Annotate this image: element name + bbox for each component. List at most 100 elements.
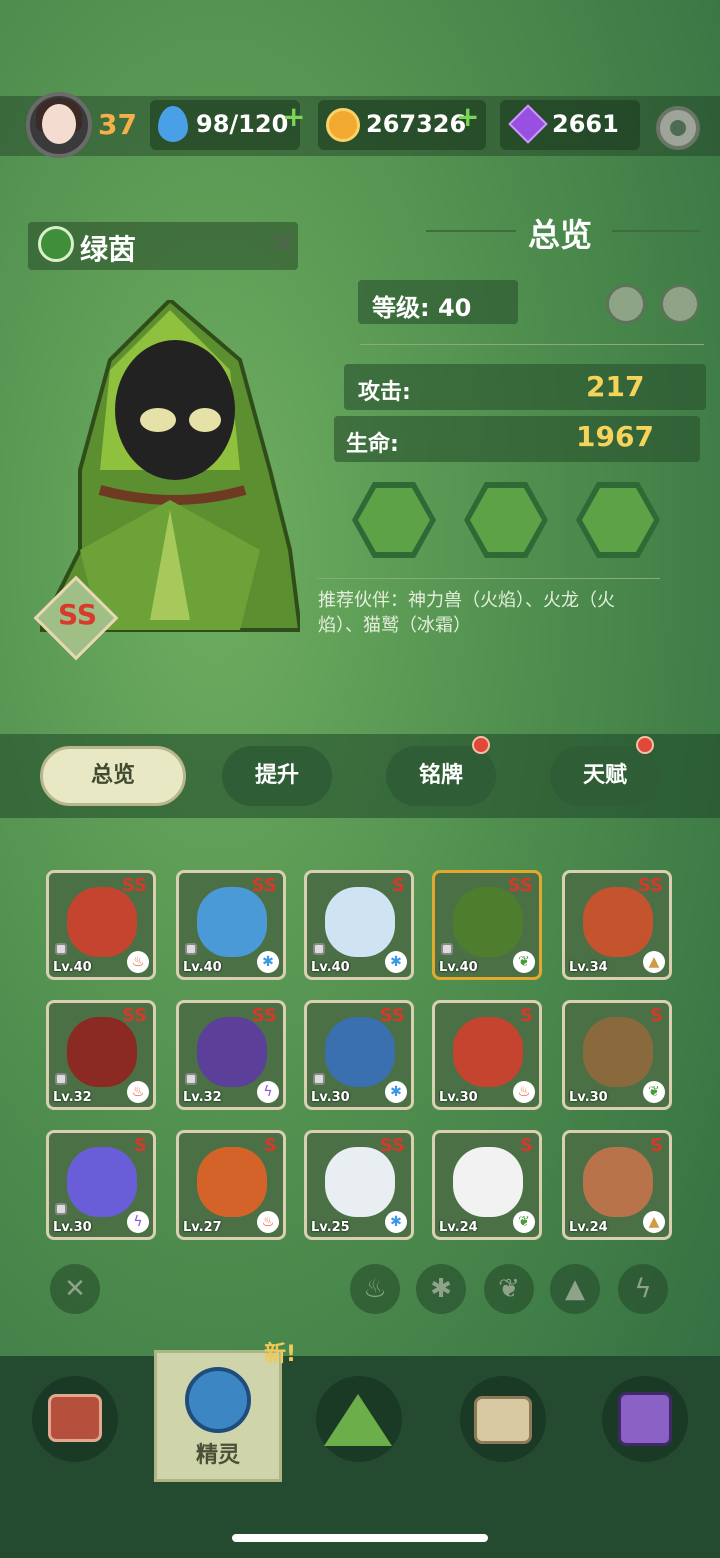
lock-icon [55, 943, 67, 955]
lock-icon [185, 943, 197, 955]
earth-element-icon: ▲ [643, 1211, 665, 1233]
nav-shop[interactable] [32, 1376, 118, 1462]
sprite-portrait [325, 887, 395, 957]
coin-value: 267326 [366, 110, 467, 138]
ice-element-icon: ✱ [385, 951, 407, 973]
hero-rank: SS [58, 598, 98, 631]
hero-name: 绿茵 [80, 233, 137, 266]
card-level: Lv.40 [53, 960, 92, 975]
nav-bag[interactable] [460, 1376, 546, 1462]
skill-grass-icon[interactable] [352, 482, 436, 558]
tab-upgrade[interactable]: 提升 [222, 746, 332, 806]
bolt-element-icon: ϟ [127, 1211, 149, 1233]
player-level: 37 [98, 108, 137, 141]
skill-swirl-icon[interactable] [576, 482, 660, 558]
level-label: 等级: 40 [372, 294, 472, 322]
add-energy-button[interactable]: + [282, 100, 305, 133]
bolt-filter-icon[interactable]: ϟ [618, 1264, 668, 1314]
title-ornament-right [612, 230, 700, 232]
fire-element-icon: ♨ [257, 1211, 279, 1233]
attack-label: 攻击: [358, 380, 411, 405]
sprite-portrait [67, 1147, 137, 1217]
lock-icon [55, 1203, 67, 1215]
fire-filter-icon[interactable]: ♨ [350, 1264, 400, 1314]
sprite-card[interactable]: SS Lv.32 ♨ [46, 1000, 156, 1110]
fire-element-icon: ♨ [513, 1081, 535, 1103]
earth-element-icon: ▲ [643, 951, 665, 973]
earth-filter-icon[interactable]: ▲ [550, 1264, 600, 1314]
notification-dot [472, 736, 490, 754]
ice-element-icon: ✱ [385, 1211, 407, 1233]
sprite-portrait [67, 1017, 137, 1087]
sprite-card[interactable]: S Lv.24 ❦ [432, 1130, 542, 1240]
sprite-card[interactable]: S Lv.30 ♨ [432, 1000, 542, 1110]
settings-gear-icon[interactable] [656, 106, 700, 150]
fire-element-icon: ♨ [127, 951, 149, 973]
sprite-card[interactable]: SS Lv.25 ✱ [304, 1130, 414, 1240]
card-level: Lv.24 [439, 1220, 478, 1235]
lock-icon [441, 943, 453, 955]
nav-location[interactable] [602, 1376, 688, 1462]
card-rank: S [520, 1005, 533, 1026]
home-indicator[interactable] [232, 1534, 488, 1542]
recommended-partners: 推荐伙伴：神力兽（火焰）、火龙（火焰）、猫鹫（冰霜） [318, 590, 615, 636]
tab-overview[interactable]: 总览 [40, 746, 186, 806]
gem-value: 2661 [552, 110, 619, 138]
sprite-card[interactable]: SS Lv.30 ✱ [304, 1000, 414, 1110]
ice-filter-icon[interactable]: ✱ [416, 1264, 466, 1314]
nav-sprite[interactable]: 精灵 [154, 1350, 282, 1482]
sprite-portrait [325, 1147, 395, 1217]
divider [318, 578, 660, 579]
card-level: Lv.40 [439, 960, 478, 975]
leaf-filter-icon[interactable]: ❦ [484, 1264, 534, 1314]
sprite-card[interactable]: S Lv.24 ▲ [562, 1130, 672, 1240]
sprite-card[interactable]: SS Lv.40 ❦ [432, 870, 542, 980]
sprite-portrait [325, 1017, 395, 1087]
sprite-orb-icon [185, 1367, 251, 1433]
overview-title: 总览 [528, 216, 593, 254]
clear-filter-icon[interactable]: ✕ [50, 1264, 100, 1314]
card-level: Lv.25 [311, 1220, 350, 1235]
close-icon[interactable]: ✖ [270, 226, 295, 261]
sprite-portrait [197, 1147, 267, 1217]
sprite-card[interactable]: S Lv.30 ❦ [562, 1000, 672, 1110]
sprite-card[interactable]: SS Lv.32 ϟ [176, 1000, 286, 1110]
sprite-card[interactable]: SS Lv.34 ▲ [562, 870, 672, 980]
card-level: Lv.27 [183, 1220, 222, 1235]
water-drop-icon [158, 106, 188, 142]
sprite-portrait [583, 1147, 653, 1217]
card-rank: SS [121, 1005, 147, 1026]
mountain-icon [324, 1394, 392, 1446]
tab-nameplate[interactable]: 铭牌 [386, 746, 496, 806]
card-rank: S [264, 1135, 277, 1156]
attack-value: 217 [586, 370, 645, 403]
sprite-card[interactable]: SS Lv.40 ♨ [46, 870, 156, 980]
lock-icon [313, 943, 325, 955]
skill-leaf-icon[interactable] [464, 482, 548, 558]
fire-element-icon: ♨ [127, 1081, 149, 1103]
location-pin-icon [618, 1392, 672, 1446]
sprite-card[interactable]: SS Lv.40 ✱ [176, 870, 286, 980]
sprite-card[interactable]: S Lv.40 ✱ [304, 870, 414, 980]
card-level: Lv.30 [439, 1090, 478, 1105]
sprite-portrait [453, 887, 523, 957]
card-level: Lv.34 [569, 960, 608, 975]
card-rank: SS [251, 875, 277, 896]
title-ornament-left [426, 230, 516, 232]
card-level: Lv.40 [183, 960, 222, 975]
player-avatar[interactable] [26, 92, 92, 158]
hp-label: 生命: [346, 432, 399, 457]
nav-sprite-label: 精灵 [195, 1443, 240, 1468]
lock-icon[interactable] [660, 284, 700, 324]
sprite-card[interactable]: S Lv.30 ϟ [46, 1130, 156, 1240]
sprite-card[interactable]: S Lv.27 ♨ [176, 1130, 286, 1240]
card-rank: S [134, 1135, 147, 1156]
target-icon[interactable] [606, 284, 646, 324]
chest-icon [474, 1396, 532, 1444]
tab-talent[interactable]: 天赋 [550, 746, 660, 806]
card-rank: SS [121, 875, 147, 896]
nav-map[interactable] [316, 1376, 402, 1462]
add-coin-button[interactable]: + [456, 100, 479, 133]
card-level: Lv.24 [569, 1220, 608, 1235]
sprite-portrait [67, 887, 137, 957]
